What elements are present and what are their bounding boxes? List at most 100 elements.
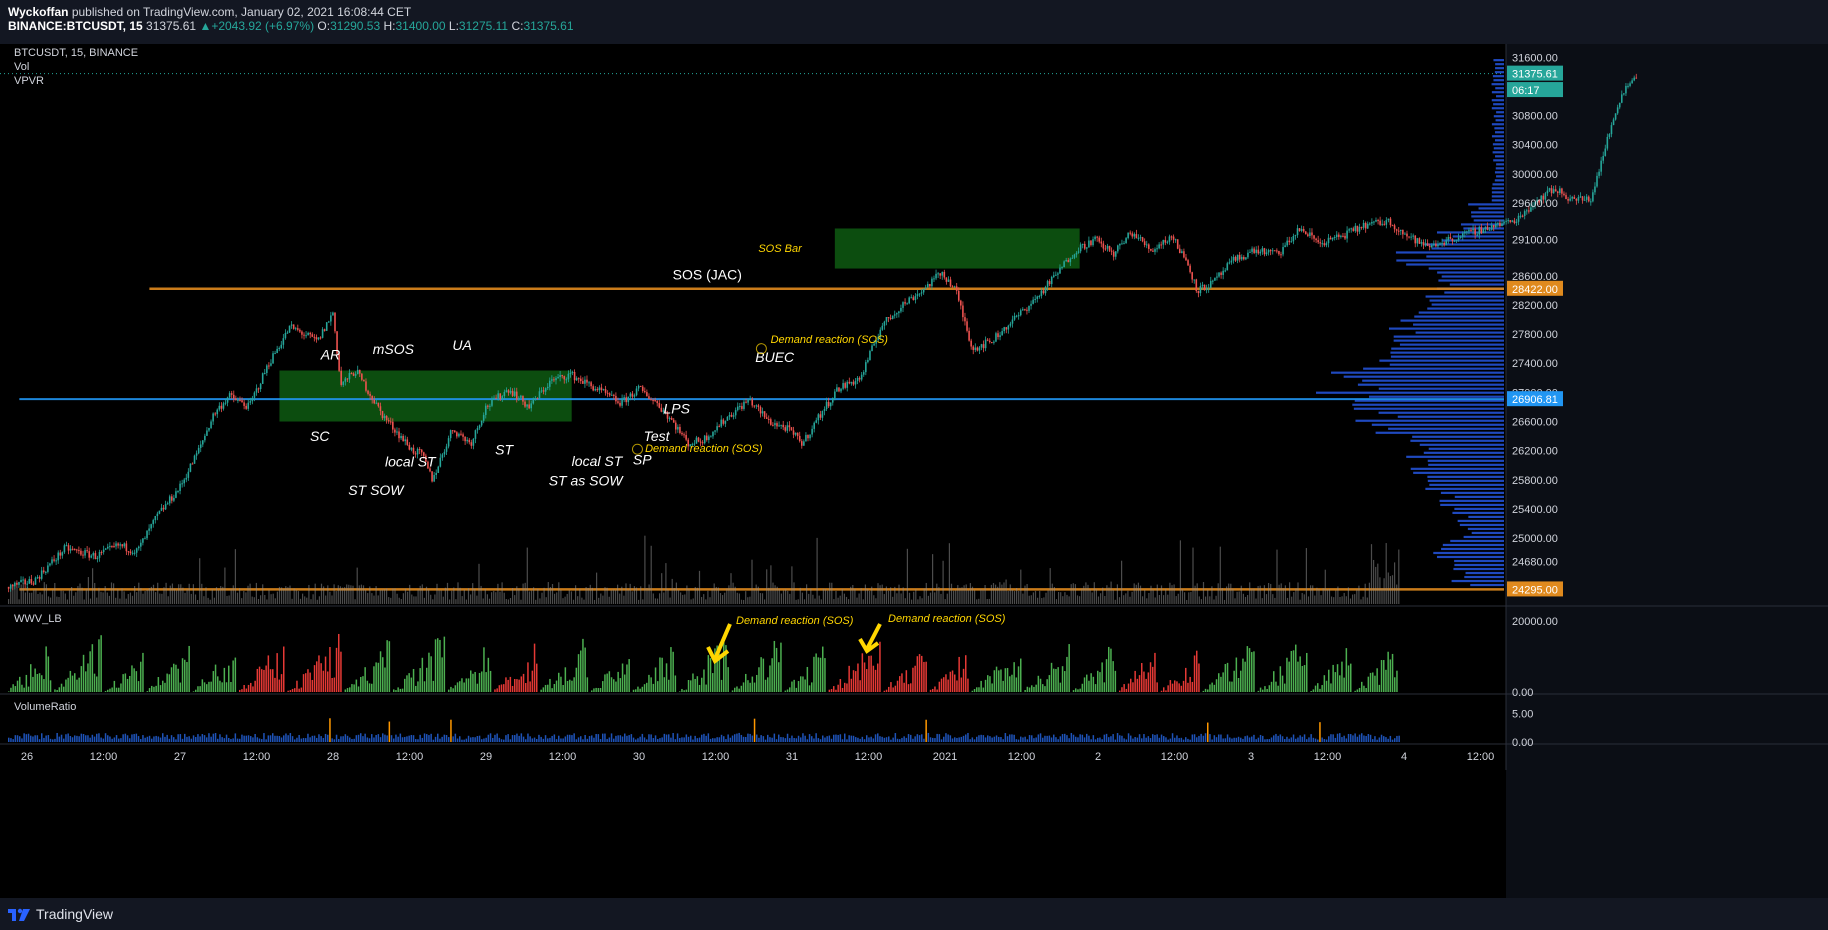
candle-body <box>466 439 468 442</box>
candle-body <box>327 321 330 323</box>
candle-body <box>59 552 62 556</box>
wwv-bar <box>472 673 474 692</box>
volume-bar <box>694 586 696 604</box>
volume-bar <box>829 582 831 604</box>
volume-bar <box>129 592 131 604</box>
volratio-bar <box>63 738 65 742</box>
volratio-bar <box>1244 736 1246 742</box>
candle-body <box>503 391 506 397</box>
candle-body <box>613 394 615 396</box>
volratio-bar <box>976 736 978 742</box>
candle-body <box>1488 229 1491 231</box>
wwv-bar <box>914 665 916 692</box>
wwv-bar <box>1229 681 1231 692</box>
volume-bar <box>81 587 83 604</box>
volratio-bar <box>1345 738 1348 742</box>
candle-body <box>487 405 489 407</box>
candle-body <box>342 381 345 385</box>
candle-body <box>623 397 625 399</box>
wwv-bar <box>976 687 978 692</box>
candle-body <box>1086 247 1088 249</box>
volratio-bar <box>839 734 842 742</box>
volume-bar <box>1299 599 1301 604</box>
candle-body <box>772 424 774 426</box>
volume-bar <box>37 593 39 604</box>
price-badge-text: 24295.00 <box>1512 584 1558 596</box>
volratio-bar <box>861 736 864 742</box>
volume-bar <box>526 547 528 604</box>
wwv-bar <box>415 685 417 692</box>
volratio-bar <box>1288 738 1290 742</box>
volratio-bar <box>593 737 595 742</box>
volratio-bar <box>1332 734 1334 742</box>
volume-bar <box>982 589 984 604</box>
wwv-bar <box>1167 685 1169 692</box>
volratio-bar <box>177 734 179 742</box>
wwv-bar <box>822 646 824 692</box>
wwv-bar <box>1323 675 1326 692</box>
candle-body <box>745 401 747 403</box>
volume-bar <box>1391 575 1394 604</box>
wwv-bar <box>745 673 747 692</box>
volratio-bar <box>379 737 382 742</box>
wwv-bar <box>261 669 263 692</box>
volratio-bar <box>1130 735 1132 742</box>
time-tick-label: 12:00 <box>1008 751 1036 763</box>
volume-bar <box>1154 597 1156 604</box>
wwv-bar <box>173 663 175 692</box>
volratio-bar <box>509 739 512 742</box>
candle-body <box>1362 222 1365 228</box>
time-tick-label: 12:00 <box>396 751 424 763</box>
volratio-bar <box>417 739 419 742</box>
wwv-bar <box>1064 671 1066 692</box>
volratio-bar <box>725 739 727 742</box>
volume-bar <box>371 593 373 604</box>
candle-body <box>865 362 867 373</box>
volume-bar <box>1083 585 1085 604</box>
wwv-bar <box>210 681 212 692</box>
volume-bar <box>1020 569 1022 604</box>
wwv-bar <box>357 686 360 692</box>
tradingview-logo[interactable]: TradingView <box>8 906 113 922</box>
volratio-bar <box>701 734 703 742</box>
wwv-bar <box>142 652 144 692</box>
volume-bar <box>808 593 810 604</box>
wwv-bar <box>206 684 208 692</box>
candle-body <box>914 296 917 301</box>
candle-body <box>1406 233 1408 237</box>
ohlc-line: BINANCE:BTCUSDT, 15 31375.61 ▲+2043.92 (… <box>8 19 574 33</box>
candle-body <box>972 346 975 350</box>
wwv-bar <box>1061 666 1064 692</box>
wwv-bar <box>406 675 408 692</box>
volratio-bar <box>683 737 685 742</box>
volume-bar <box>1129 596 1131 604</box>
volratio-bar <box>357 734 360 742</box>
candle-body <box>88 551 90 558</box>
candle-body <box>1119 243 1121 246</box>
volume-bar <box>356 567 358 604</box>
wwv-bar <box>1103 682 1106 692</box>
volratio-bar <box>793 738 795 742</box>
candle-body <box>1625 85 1627 94</box>
volratio-bar <box>338 738 340 742</box>
wwv-bar <box>883 690 886 692</box>
chart-canvas[interactable]: AR mSOS UASClocal STST SOWSTlocal STST as … <box>0 44 1828 898</box>
author-name[interactable]: Wyckoffan <box>8 5 68 19</box>
candle-body <box>445 446 448 452</box>
candle-body <box>604 389 607 393</box>
volratio-bar <box>1242 738 1244 742</box>
sos-bar-label: SOS Bar <box>758 243 803 255</box>
volratio-bar <box>1308 737 1310 742</box>
wwv-bar <box>1011 674 1013 692</box>
wwv-bar <box>27 686 30 692</box>
volratio-bar <box>12 739 14 742</box>
candle-body <box>945 277 948 282</box>
volume-bar <box>1398 549 1400 604</box>
volume-bar <box>407 591 409 604</box>
volume-bar <box>900 593 902 604</box>
volume-bar <box>423 597 425 604</box>
volume-bar <box>932 554 934 604</box>
wwv-bar <box>234 657 237 692</box>
volratio-bar <box>69 735 72 742</box>
wwv-bar <box>1013 662 1015 692</box>
